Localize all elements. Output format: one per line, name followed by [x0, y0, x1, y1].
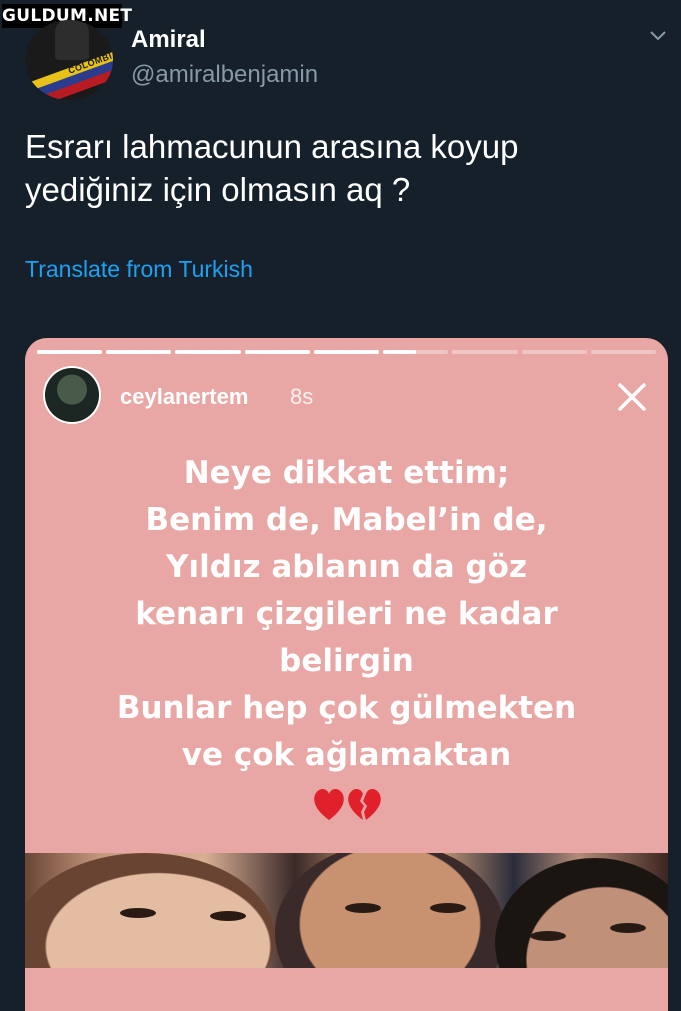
- red-heart-icon: [314, 788, 344, 820]
- story-text: Neye dikkat ettim; Benim de, Mabel’in de…: [25, 450, 668, 779]
- progress-fill: [175, 350, 241, 354]
- progress-segment: [521, 350, 587, 354]
- progress-segment: [383, 350, 449, 354]
- tweet-text: Esrarı lahmacunun arasına koyup yediğini…: [25, 125, 665, 211]
- author-handle[interactable]: @amiralbenjamin: [131, 61, 318, 89]
- story-line: Bunlar hep çok gülmekten: [116, 690, 577, 726]
- progress-fill: [313, 350, 380, 354]
- progress-segment: [37, 350, 103, 354]
- progress-segment: [313, 350, 380, 354]
- close-icon[interactable]: [616, 381, 648, 413]
- photo-eye: [345, 903, 381, 913]
- story-line: kenarı çizgileri ne kadar: [135, 596, 558, 632]
- photo-eye: [430, 903, 466, 913]
- photo-eye: [120, 908, 156, 918]
- avatar-figure: [55, 20, 89, 60]
- photo-eye: [530, 931, 566, 941]
- progress-fill: [383, 350, 416, 354]
- story-username[interactable]: ceylanertem: [120, 384, 248, 410]
- tweet-text-line: yediğiniz için olmasın aq ?: [25, 171, 411, 208]
- story-time: 8s: [290, 384, 314, 409]
- story-photo: [25, 853, 668, 968]
- story-progress-bar: [37, 350, 656, 354]
- story-line: ve çok ağlamaktan: [181, 737, 512, 773]
- story-line: Neye dikkat ettim;: [183, 455, 510, 491]
- photo-eye: [210, 911, 246, 921]
- progress-fill: [244, 350, 310, 354]
- story-line: Benim de, Mabel’in de,: [145, 502, 548, 538]
- story-media[interactable]: ceylanertem 8s Neye dikkat ettim; Benim …: [25, 338, 668, 1011]
- broken-heart-icon: [348, 788, 381, 820]
- story-avatar[interactable]: [45, 368, 99, 422]
- progress-fill: [37, 350, 103, 354]
- hearts-emoji: [314, 788, 381, 820]
- photo-face: [495, 858, 668, 968]
- progress-segment: [590, 350, 656, 354]
- chevron-down-icon[interactable]: [650, 30, 666, 42]
- translate-link[interactable]: Translate from Turkish: [25, 256, 253, 283]
- progress-segment: [175, 350, 241, 354]
- photo-face: [275, 853, 505, 968]
- photo-eye: [610, 923, 646, 933]
- tweet-text-line: Esrarı lahmacunun arasına koyup: [25, 128, 519, 165]
- story-line: Yıldız ablanın da göz: [166, 549, 527, 585]
- author-name[interactable]: Amiral: [131, 26, 206, 54]
- progress-fill: [106, 350, 172, 354]
- progress-segment: [106, 350, 172, 354]
- progress-segment: [452, 350, 518, 354]
- progress-segment: [244, 350, 310, 354]
- author-avatar[interactable]: COLOMBIA: [25, 20, 113, 100]
- story-bottom: [25, 968, 668, 1011]
- story-line: belirgin: [279, 643, 414, 679]
